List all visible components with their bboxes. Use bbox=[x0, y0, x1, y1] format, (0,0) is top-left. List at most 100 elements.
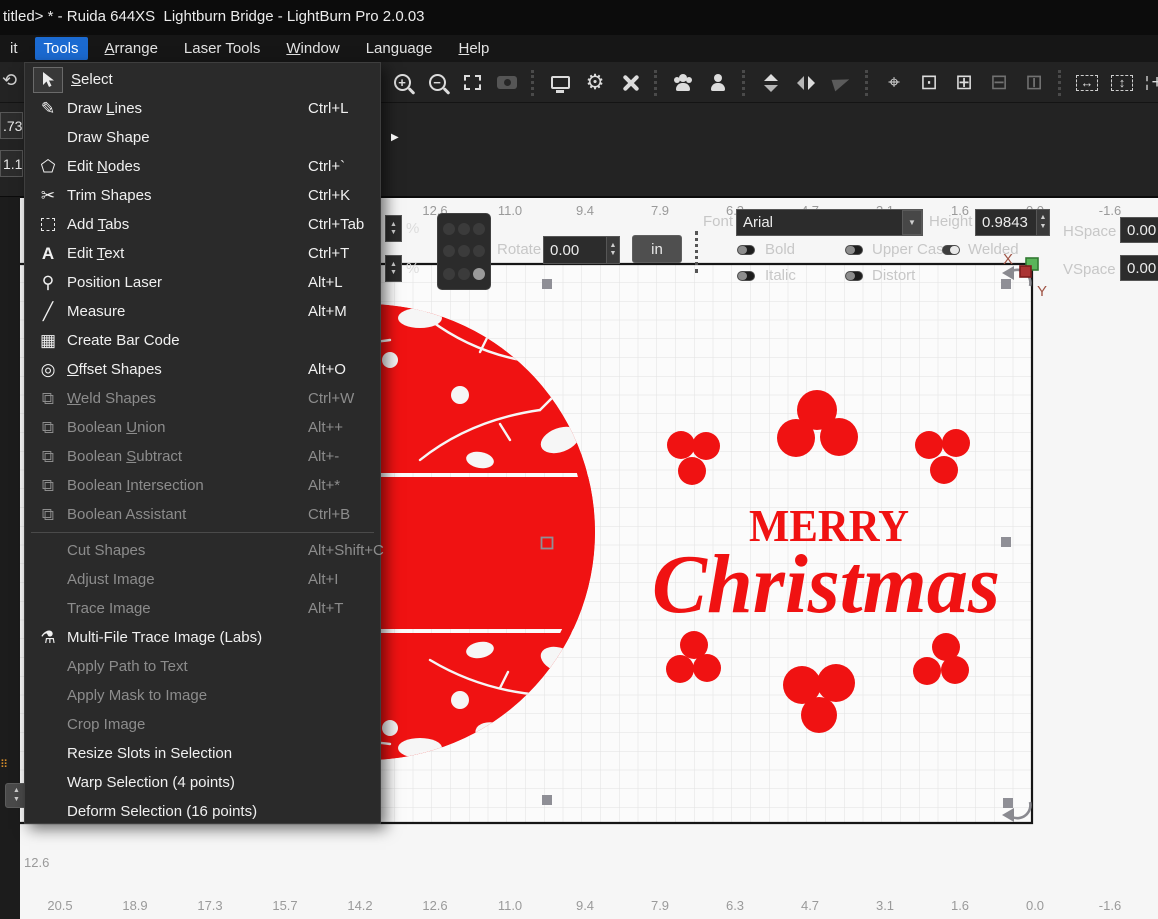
menu-item-create-bar-code[interactable]: ▦Create Bar Code bbox=[25, 326, 380, 355]
vspace-input[interactable]: 0.00 bbox=[1120, 255, 1158, 281]
menu-item-shortcut: Ctrl+W bbox=[308, 390, 354, 407]
menubar-item-arrange[interactable]: Arrange bbox=[96, 37, 167, 60]
dock-bottom-icon[interactable]: ⊡ bbox=[916, 70, 942, 96]
spinner-arrows-icon[interactable]: ▲▼ bbox=[385, 215, 402, 242]
toolbar-separator bbox=[1058, 70, 1063, 96]
height-input-partial[interactable]: 1.12 bbox=[0, 150, 23, 177]
ruler-tick-label: 11.0 bbox=[498, 898, 522, 913]
boolean-icon: ⧉ bbox=[33, 418, 63, 438]
hspace-input[interactable]: 0.00 bbox=[1120, 217, 1158, 243]
menubar-item-window[interactable]: Window bbox=[277, 37, 348, 60]
resize-height-icon[interactable]: ↕ bbox=[1109, 70, 1135, 96]
zoom-in-icon[interactable]: + bbox=[389, 70, 415, 96]
menu-item-boolean-union[interactable]: ⧉Boolean UnionAlt++ bbox=[25, 413, 380, 442]
menu-item-edit-nodes[interactable]: ⬠Edit NodesCtrl+` bbox=[25, 152, 380, 181]
menu-item-label: Edit Nodes bbox=[67, 158, 140, 175]
menubar-item-it[interactable]: it bbox=[1, 37, 27, 60]
distribute-v-icon[interactable]: ⊟ bbox=[1021, 70, 1047, 96]
tools-menu: Select✎Draw LinesCtrl+LDraw Shape▶⬠Edit … bbox=[24, 62, 381, 824]
pentagon-icon: ⬠ bbox=[33, 157, 63, 177]
menubar-item-language[interactable]: Language bbox=[357, 37, 442, 60]
width-percent-spinner[interactable]: ▲▼ % bbox=[385, 215, 419, 242]
menu-item-weld-shapes[interactable]: ⧉Weld ShapesCtrl+W bbox=[25, 384, 380, 413]
distort-toggle[interactable] bbox=[845, 271, 863, 281]
menu-item-apply-mask-to-image[interactable]: Apply Mask to Image bbox=[25, 681, 380, 710]
nudge-icon[interactable]: + bbox=[1144, 70, 1158, 96]
uppercase-toggle[interactable] bbox=[845, 245, 863, 255]
bold-label: Bold bbox=[765, 241, 795, 258]
team-icon[interactable] bbox=[670, 70, 696, 96]
height-input[interactable]: 0.9843 bbox=[975, 209, 1037, 236]
menu-item-shortcut: Alt+O bbox=[308, 361, 346, 378]
mirror-horizontal-icon[interactable] bbox=[793, 70, 819, 96]
send-icon[interactable] bbox=[828, 70, 854, 96]
anchor-point-selector[interactable] bbox=[437, 213, 491, 290]
boolean-icon: ⧉ bbox=[33, 447, 63, 467]
ruler-tick-label: 0.0 bbox=[1026, 898, 1044, 913]
settings-tools-icon[interactable] bbox=[617, 70, 643, 96]
ruler-tick-label: 9.4 bbox=[576, 203, 594, 218]
menu-item-measure[interactable]: ╱MeasureAlt+M bbox=[25, 297, 380, 326]
toolbar-grip[interactable] bbox=[695, 231, 698, 273]
font-combobox[interactable]: Arial bbox=[736, 209, 923, 236]
menu-item-edit-text[interactable]: AEdit TextCtrl+T bbox=[25, 239, 380, 268]
undo-icon[interactable]: ⟲ bbox=[2, 70, 20, 91]
camera-icon[interactable] bbox=[494, 70, 520, 96]
menu-item-boolean-subtract[interactable]: ⧉Boolean SubtractAlt+- bbox=[25, 442, 380, 471]
toolbar-separator bbox=[654, 70, 659, 96]
menu-item-resize-slots-in-selection[interactable]: Resize Slots in Selection bbox=[25, 739, 380, 768]
menu-item-add-tabs[interactable]: Add TabsCtrl+Tab bbox=[25, 210, 380, 239]
font-dropdown-arrow-icon[interactable]: ▼ bbox=[902, 210, 922, 235]
height-percent-spinner[interactable]: ▲▼ % bbox=[385, 255, 419, 282]
width-input-partial[interactable]: .730 bbox=[0, 112, 23, 139]
user-icon[interactable] bbox=[705, 70, 731, 96]
menu-item-position-laser[interactable]: ⚲Position LaserAlt+L bbox=[25, 268, 380, 297]
screen-preview-icon[interactable] bbox=[547, 70, 573, 96]
welded-toggle[interactable] bbox=[942, 245, 960, 255]
height-spinner-icon[interactable]: ▲▼ bbox=[1036, 209, 1050, 236]
menu-item-warp-selection-4-points[interactable]: Warp Selection (4 points) bbox=[25, 768, 380, 797]
ruler-tick-label: 14.2 bbox=[347, 898, 372, 913]
distribute-h-icon[interactable]: ⊟ bbox=[986, 70, 1012, 96]
menu-item-shortcut: Alt++ bbox=[308, 419, 343, 436]
menu-item-deform-selection-16-points[interactable]: Deform Selection (16 points) bbox=[25, 797, 380, 826]
menu-item-crop-image[interactable]: Crop Image bbox=[25, 710, 380, 739]
spinner-arrows-icon[interactable]: ▲▼ bbox=[385, 255, 402, 282]
menu-item-apply-path-to-text[interactable]: Apply Path to Text bbox=[25, 652, 380, 681]
title-bar: titled> * - Ruida 644XS Lightburn Bridge… bbox=[0, 0, 1158, 35]
menu-item-select[interactable]: Select bbox=[25, 65, 380, 94]
welded-label: Welded bbox=[968, 241, 1019, 258]
menubar-item-laser-tools[interactable]: Laser Tools bbox=[175, 37, 269, 60]
menubar-item-help[interactable]: Help bbox=[449, 37, 498, 60]
menu-item-label: Add Tabs bbox=[67, 216, 129, 233]
rotate-spinner-icon[interactable]: ▲▼ bbox=[606, 236, 620, 264]
menu-item-label: Measure bbox=[67, 303, 125, 320]
menu-item-adjust-image[interactable]: Adjust ImageAlt+I bbox=[25, 565, 380, 594]
units-button[interactable]: in bbox=[632, 235, 682, 263]
menu-item-trace-image[interactable]: Trace ImageAlt+T bbox=[25, 594, 380, 623]
mirror-vertical-icon[interactable] bbox=[758, 70, 784, 96]
machine-settings-icon[interactable]: ⚙ bbox=[582, 70, 608, 96]
zoom-out-icon[interactable]: − bbox=[424, 70, 450, 96]
menu-item-draw-shape[interactable]: Draw Shape▶ bbox=[25, 123, 380, 152]
dock-left-icon[interactable]: ⊞ bbox=[951, 70, 977, 96]
bold-toggle[interactable] bbox=[737, 245, 755, 255]
distort-label: Distort bbox=[872, 267, 915, 284]
ruler-tick-label: 12.6 bbox=[422, 898, 447, 913]
menu-item-multi-file-trace-image-labs[interactable]: ⚗Multi-File Trace Image (Labs) bbox=[25, 623, 380, 652]
window-title: titled> * - Ruida 644XS Lightburn Bridge… bbox=[3, 8, 425, 25]
menu-item-draw-lines[interactable]: ✎Draw LinesCtrl+L bbox=[25, 94, 380, 123]
italic-toggle[interactable] bbox=[737, 271, 755, 281]
menubar-item-tools[interactable]: Tools bbox=[35, 37, 88, 60]
menu-item-boolean-intersection[interactable]: ⧉Boolean IntersectionAlt+* bbox=[25, 471, 380, 500]
resize-width-icon[interactable]: ↔ bbox=[1074, 70, 1100, 96]
menu-item-offset-shapes[interactable]: ◎Offset ShapesAlt+O bbox=[25, 355, 380, 384]
frame-selection-icon[interactable] bbox=[459, 70, 485, 96]
dock-tool-icon[interactable]: ⠿ bbox=[0, 758, 10, 772]
menu-item-boolean-assistant[interactable]: ⧉Boolean AssistantCtrl+B bbox=[25, 500, 380, 529]
menu-item-cut-shapes[interactable]: Cut ShapesAlt+Shift+C bbox=[25, 536, 380, 565]
letter-a-icon: A bbox=[33, 244, 63, 264]
focus-pointer-icon[interactable]: ⌖ bbox=[881, 70, 907, 96]
menu-item-trim-shapes[interactable]: ✂Trim ShapesCtrl+K bbox=[25, 181, 380, 210]
rotate-input[interactable]: 0.00 bbox=[543, 236, 607, 264]
